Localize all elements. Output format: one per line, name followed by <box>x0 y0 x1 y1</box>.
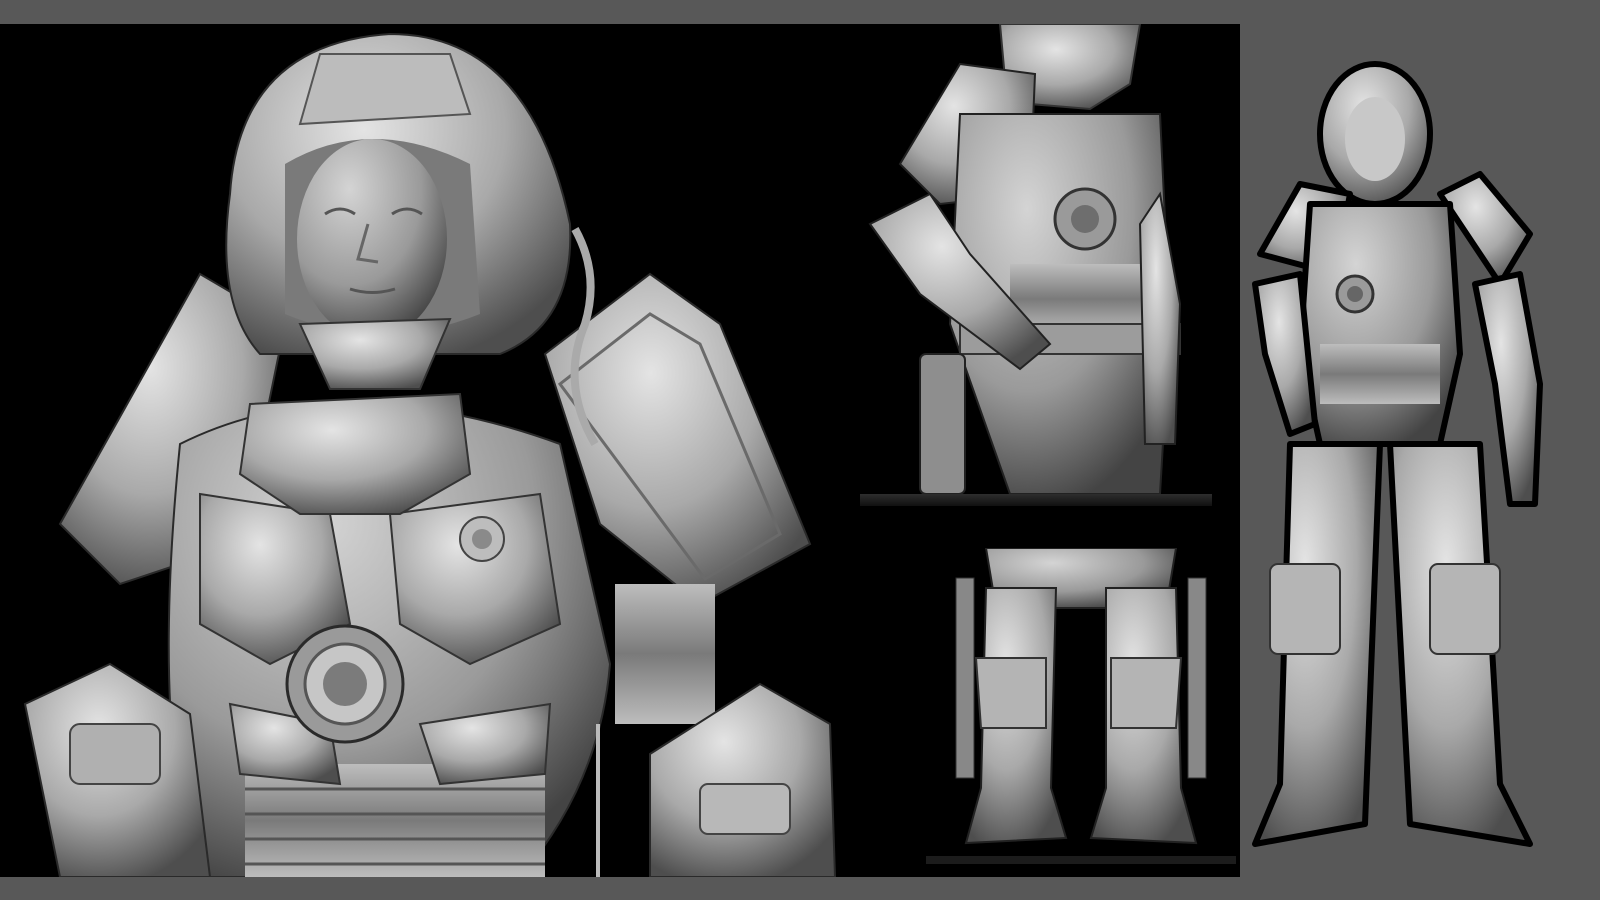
legs-render-panel <box>926 548 1236 868</box>
helmet-icon <box>225 32 572 390</box>
torso-render-panel <box>860 24 1212 506</box>
full-body-render-panel <box>1240 24 1600 877</box>
bust-render-panel <box>0 24 860 877</box>
floor-shadow <box>860 494 1212 506</box>
floor-shadow-2 <box>926 856 1236 864</box>
ribbed-abdomen <box>245 764 545 877</box>
chest-reactor-icon <box>285 624 405 744</box>
